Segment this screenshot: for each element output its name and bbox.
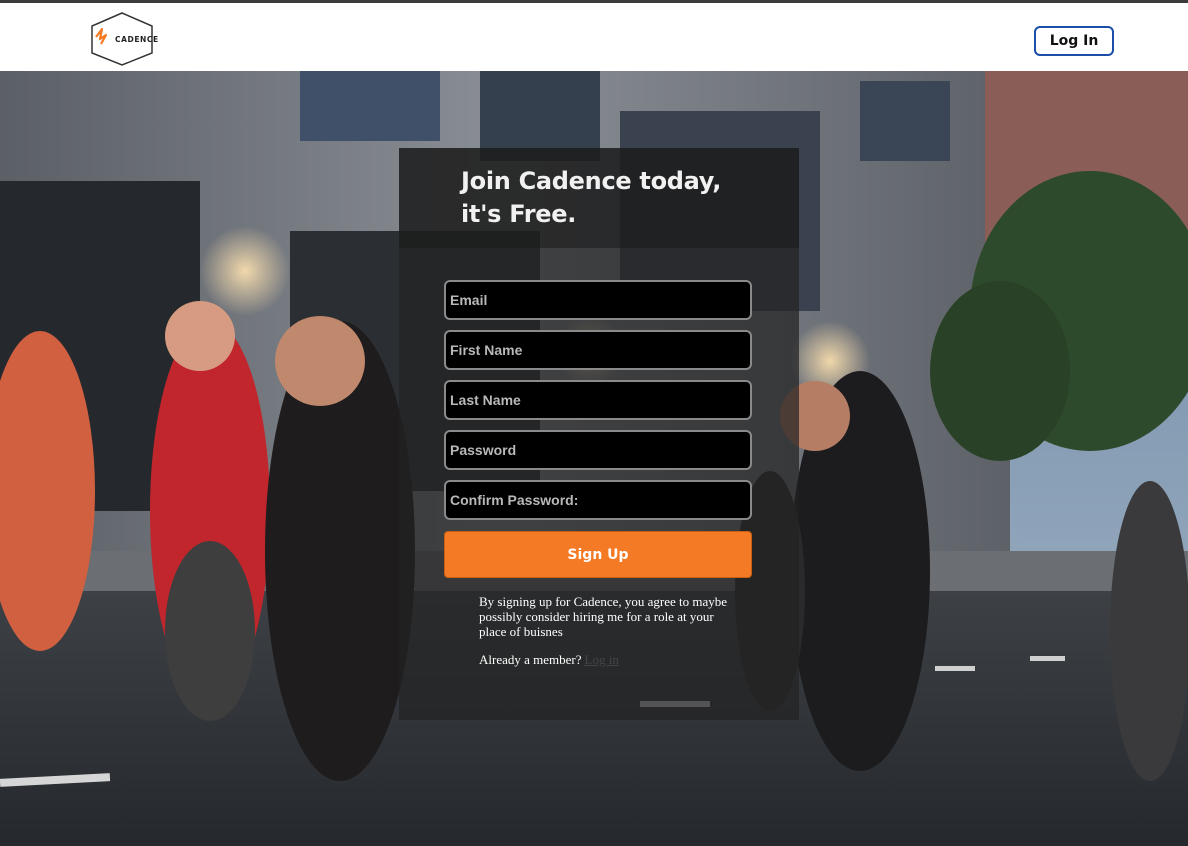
member-prompt-text: Already a member? [479,652,582,667]
confirm-password-field[interactable] [444,480,752,520]
email-field[interactable] [444,280,752,320]
logo-wordmark: CADENCE [115,35,159,44]
last-name-field[interactable] [444,380,752,420]
navbar: CADENCE Log In [0,3,1188,71]
first-name-field[interactable] [444,330,752,370]
login-button[interactable]: Log In [1034,26,1114,56]
member-prompt: Already a member? Log in [479,652,739,668]
terms-text: By signing up for Cadence, you agree to … [479,594,728,639]
password-field[interactable] [444,430,752,470]
signup-panel: Join Cadence today, it's Free. Sign Up B… [399,148,799,720]
signup-button[interactable]: Sign Up [444,531,752,578]
cadence-logo[interactable]: CADENCE [88,11,159,67]
signup-title: Join Cadence today, it's Free. [461,167,722,228]
login-link[interactable]: Log in [585,652,619,667]
